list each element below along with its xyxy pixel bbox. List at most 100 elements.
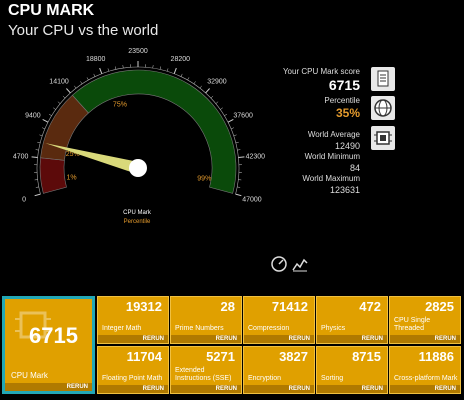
gauge-tick xyxy=(237,149,241,151)
gauge-tick xyxy=(205,88,210,94)
gauge-tick xyxy=(173,67,177,74)
gauge-tick xyxy=(227,118,234,123)
tile-value: 11704 xyxy=(126,349,162,364)
physics-tile[interactable]: 472 Physics RERUN xyxy=(316,296,388,344)
gauge-tick xyxy=(180,73,183,77)
rerun-button[interactable]: RERUN xyxy=(244,385,314,393)
encryption-tile[interactable]: 3827 Encryption RERUN xyxy=(243,346,315,394)
tile-label: Sorting xyxy=(321,375,344,382)
gauge-tick xyxy=(235,193,242,197)
tile-label: Encryption xyxy=(248,375,282,382)
gauge-tick xyxy=(66,88,71,94)
gauge-tick-label: 0 xyxy=(22,197,26,204)
gauge-tick xyxy=(86,77,89,81)
world-minimum-value: 84 xyxy=(349,163,360,173)
gauge-tick xyxy=(199,85,202,89)
tile-value: 5271 xyxy=(206,349,235,364)
rerun-button[interactable]: RERUN xyxy=(171,335,241,343)
tile-value: 8715 xyxy=(352,349,381,364)
floating-point-math-tile[interactable]: 11704 Floating Point Math RERUN xyxy=(97,346,169,394)
rerun-button[interactable]: RERUN xyxy=(390,335,460,343)
world-average-value: 12490 xyxy=(334,141,360,151)
gauge-tick xyxy=(187,77,190,81)
gauge-tick xyxy=(193,81,196,85)
gauge-tick xyxy=(35,149,39,151)
cpu-mark-tile-value: 6715 xyxy=(29,323,78,348)
gauge-percentile-mark: 1% xyxy=(66,174,76,181)
gauge-tick xyxy=(42,127,45,130)
percentile-label: Percentile xyxy=(324,96,360,105)
gauge-tick-label: 37600 xyxy=(233,112,253,119)
globe-icon[interactable] xyxy=(371,96,395,120)
tile-value: 472 xyxy=(359,299,381,314)
tile-value: 2825 xyxy=(425,299,454,314)
gauge-band-green xyxy=(72,69,237,194)
document-icon[interactable] xyxy=(371,67,395,91)
chart-icon[interactable] xyxy=(292,256,308,272)
world-maximum-value: 123631 xyxy=(329,185,360,195)
gauge-band-red xyxy=(39,157,67,194)
rerun-button[interactable]: RERUN xyxy=(98,385,168,393)
gauge-tick xyxy=(107,68,110,72)
gauge-center-sublabel: Percentile xyxy=(124,219,151,225)
tile-value: 11886 xyxy=(418,349,454,364)
gauge-tick xyxy=(238,156,245,158)
gauge-tick xyxy=(48,113,52,116)
gauge-center-label: CPU Mark xyxy=(123,210,152,216)
gauge-tick xyxy=(233,134,237,137)
cross-platform-mark-tile[interactable]: 11886 Cross-platform Mark RERUN xyxy=(389,346,461,394)
gauge-tick xyxy=(166,68,169,72)
tile-label: Physics xyxy=(321,325,346,332)
gauge-tick xyxy=(31,156,38,158)
gauge-tick xyxy=(80,81,83,85)
gauge-tick xyxy=(220,107,223,110)
chip-icon[interactable] xyxy=(371,126,395,150)
tile-label: Integer Math xyxy=(102,325,142,332)
gauge-tick xyxy=(62,95,66,99)
gauge-tick xyxy=(231,127,234,130)
speedometer-icon[interactable] xyxy=(271,256,287,272)
gauge-tick xyxy=(37,141,41,144)
integer-math-tile[interactable]: 19312 Integer Math RERUN xyxy=(97,296,169,344)
gauge-tick xyxy=(57,101,61,104)
tile-label: Extended Instructions (SSE) xyxy=(175,367,232,382)
score-label: Your CPU Mark score xyxy=(282,67,360,76)
gauge-tick-label: 18800 xyxy=(86,56,106,63)
rerun-button[interactable]: RERUN xyxy=(244,335,314,343)
rerun-button[interactable]: RERUN xyxy=(390,385,460,393)
gauge-tick xyxy=(93,73,96,77)
rerun-button[interactable]: RERUN xyxy=(98,335,168,343)
compression-tile[interactable]: 71412 Compression RERUN xyxy=(243,296,315,344)
gauge-hub xyxy=(129,159,147,177)
gauge-tick-label: 14100 xyxy=(49,78,69,85)
gauge-tick xyxy=(210,95,214,99)
prime-numbers-tile[interactable]: 28 Prime Numbers RERUN xyxy=(170,296,242,344)
gauge-tick xyxy=(53,107,56,110)
tile-value: 19312 xyxy=(125,299,162,314)
tile-label: Compression xyxy=(248,325,290,332)
gauge-tick-label: 4700 xyxy=(13,154,29,161)
tile-label: CPU Single Threaded xyxy=(394,317,431,332)
tile-value: 3827 xyxy=(279,349,308,364)
gauge-tick-label: 32900 xyxy=(207,78,227,85)
cpu-single-threaded-tile[interactable]: 2825 CPU Single Threaded RERUN xyxy=(389,296,461,344)
extended-instructions-tile[interactable]: 5271 Extended Instructions (SSE) RERUN xyxy=(170,346,242,394)
gauge-tick xyxy=(35,186,39,188)
world-maximum-label: World Maximum xyxy=(302,174,360,183)
world-minimum-label: World Minimum xyxy=(304,152,360,161)
cpu-mark-tile[interactable]: 6715 CPU Mark RERUN xyxy=(2,296,95,394)
gauge-tick xyxy=(39,134,43,137)
gauge-tick xyxy=(215,101,219,104)
gauge-tick-label: 9400 xyxy=(25,112,41,119)
gauge-tick xyxy=(237,186,241,188)
rerun-button[interactable]: RERUN xyxy=(5,383,92,391)
gauge-tick xyxy=(235,141,239,144)
gauge-tick-label: 42300 xyxy=(246,154,266,161)
tile-value: 28 xyxy=(220,299,235,314)
rerun-button[interactable]: RERUN xyxy=(171,385,241,393)
gauge-percentile-mark: 99% xyxy=(197,176,211,183)
rerun-button[interactable]: RERUN xyxy=(317,385,387,393)
sorting-tile[interactable]: 8715 Sorting RERUN xyxy=(316,346,388,394)
percentile-value: 35% xyxy=(335,106,360,120)
rerun-button[interactable]: RERUN xyxy=(317,335,387,343)
